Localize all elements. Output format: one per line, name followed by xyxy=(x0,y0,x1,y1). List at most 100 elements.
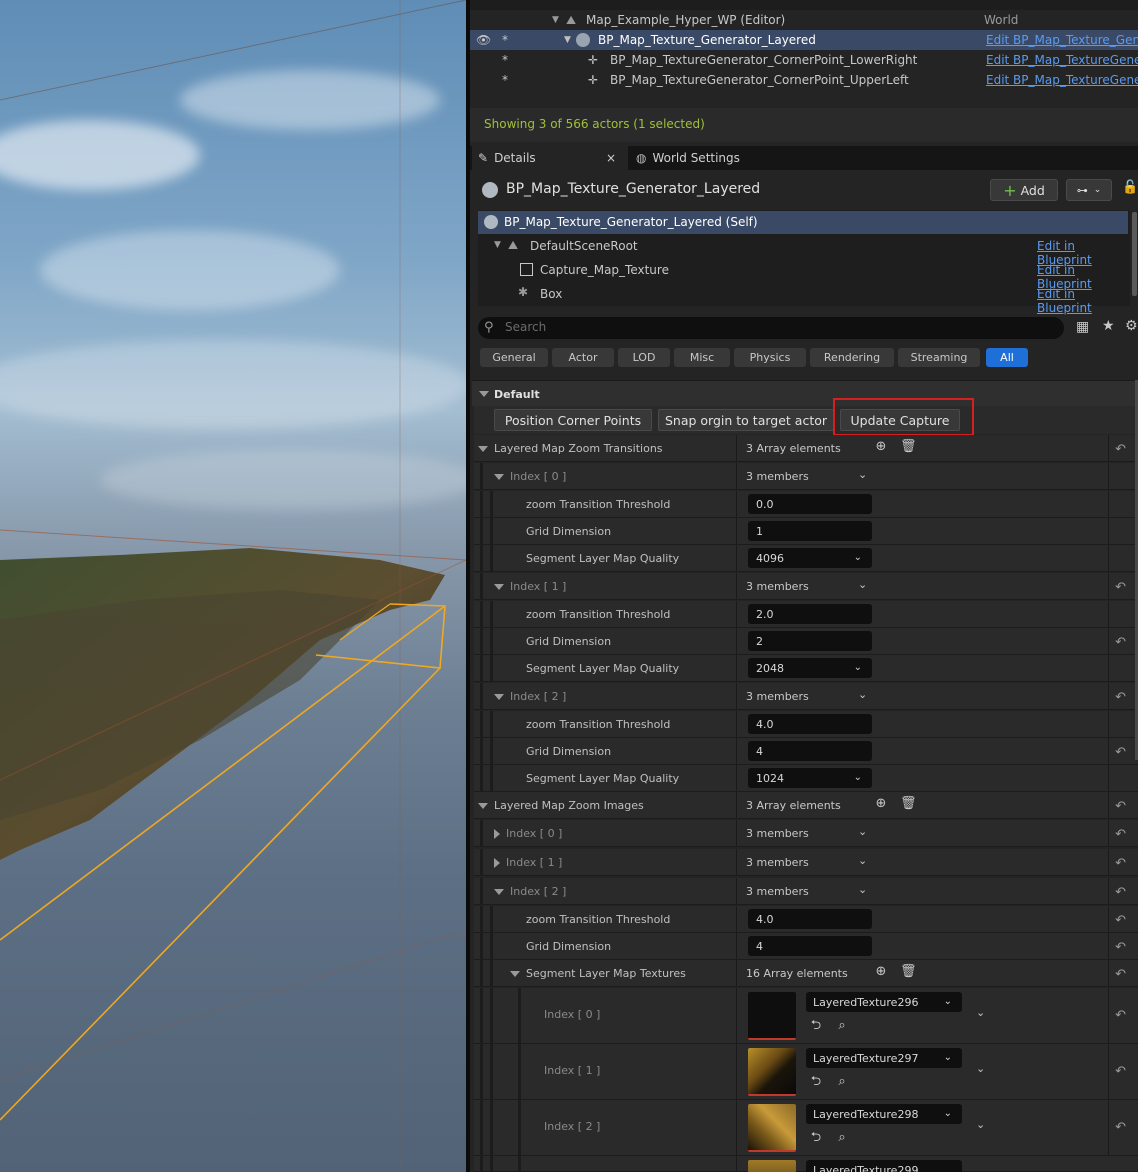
outliner-item-edit-link[interactable]: Edit BP_Map_TextureGene xyxy=(986,53,1138,67)
trash-icon[interactable]: 🗑 xyxy=(900,440,917,454)
table-view-icon[interactable]: ▦ xyxy=(1076,319,1089,335)
map-quality-dropdown[interactable]: 4096 ⌄ xyxy=(748,548,872,568)
chevron-down-icon[interactable]: ⌄ xyxy=(858,468,867,481)
filter-general[interactable]: General xyxy=(480,348,548,367)
category-header-default[interactable]: Default xyxy=(472,380,1138,406)
expand-arrow-icon[interactable] xyxy=(494,888,504,895)
texture-thumbnail[interactable] xyxy=(748,1160,796,1172)
level-viewport[interactable] xyxy=(0,0,466,1172)
expand-arrow-icon[interactable] xyxy=(478,445,488,452)
browse-asset-icon[interactable]: ⌕ xyxy=(834,1018,850,1034)
eye-icon[interactable]: 👁 xyxy=(476,33,491,47)
texture-asset-picker[interactable]: LayeredTexture299 xyxy=(806,1160,962,1172)
zoom-threshold-field[interactable]: 4.0 xyxy=(748,909,872,929)
grid-dimension-field[interactable]: 2 xyxy=(748,631,872,651)
expand-arrow-icon[interactable]: ▼ xyxy=(552,15,559,25)
reset-icon[interactable]: ↶ xyxy=(1115,856,1126,871)
trash-icon[interactable]: 🗑 xyxy=(900,797,917,811)
lock-icon[interactable]: 🔓 xyxy=(1122,180,1138,195)
chevron-down-icon[interactable]: ⌄ xyxy=(976,1006,985,1019)
browse-asset-icon[interactable]: ⌕ xyxy=(834,1130,850,1146)
texture-asset-picker[interactable]: LayeredTexture296 ⌄ xyxy=(806,992,962,1012)
outliner-row[interactable]: * ✛ BP_Map_TextureGenerator_CornerPoint_… xyxy=(470,50,1138,70)
array-index-row[interactable]: Index [ 2 ] 3 members ⌄ ↶ xyxy=(474,878,1138,905)
component-row-self[interactable]: BP_Map_Texture_Generator_Layered (Self) xyxy=(478,211,1128,234)
reset-icon[interactable]: ↶ xyxy=(1115,1064,1126,1079)
expand-arrow-icon[interactable] xyxy=(494,857,500,868)
filter-misc[interactable]: Misc xyxy=(674,348,730,367)
array-index-row[interactable]: Index [ 1 ] 3 members ⌄ ↶ xyxy=(474,573,1138,600)
outliner-row[interactable]: * ✛ BP_Map_TextureGenerator_CornerPoint_… xyxy=(470,70,1138,90)
reset-icon[interactable]: ↶ xyxy=(1115,913,1126,928)
chevron-down-icon[interactable]: ⌄ xyxy=(976,1118,985,1131)
reset-icon[interactable]: ↶ xyxy=(1115,690,1126,705)
tab-details[interactable]: ✎ Details × xyxy=(472,146,628,170)
component-row[interactable]: Capture_Map_Texture Edit in Blueprint xyxy=(478,259,1128,291)
tab-world-settings[interactable]: ◍ World Settings xyxy=(636,146,776,170)
chevron-down-icon[interactable]: ⌄ xyxy=(858,854,867,867)
outliner-item-edit-link[interactable]: Edit BP_Map_Texture_Gene xyxy=(986,33,1138,47)
filter-all[interactable]: All xyxy=(986,348,1028,367)
texture-asset-picker[interactable]: LayeredTexture298 ⌄ xyxy=(806,1104,962,1124)
filter-lod[interactable]: LOD xyxy=(618,348,670,367)
use-selected-icon[interactable]: ⮌ xyxy=(808,1018,824,1034)
add-element-icon[interactable]: ⊕ xyxy=(874,965,888,979)
texture-asset-picker[interactable]: LayeredTexture297 ⌄ xyxy=(806,1048,962,1068)
add-element-icon[interactable]: ⊕ xyxy=(874,797,888,811)
zoom-threshold-field[interactable]: 4.0 xyxy=(748,714,872,734)
filter-streaming[interactable]: Streaming xyxy=(898,348,980,367)
expand-arrow-icon[interactable] xyxy=(494,583,504,590)
add-component-button[interactable]: + Add xyxy=(990,179,1058,201)
filter-actor[interactable]: Actor xyxy=(552,348,614,367)
map-quality-dropdown[interactable]: 2048 ⌄ xyxy=(748,658,872,678)
reset-icon[interactable]: ↶ xyxy=(1115,799,1126,814)
use-selected-icon[interactable]: ⮌ xyxy=(808,1130,824,1146)
expand-arrow-icon[interactable] xyxy=(494,693,504,700)
reset-icon[interactable]: ↶ xyxy=(1115,745,1126,760)
snap-origin-button[interactable]: Snap orgin to target actor xyxy=(658,409,834,431)
component-row[interactable]: ✱ Box Edit in Blueprint xyxy=(478,283,1128,315)
outliner-row[interactable]: ▼ ⛰ Map_Example_Hyper_WP (Editor) World xyxy=(470,10,1138,30)
reset-icon[interactable]: ↶ xyxy=(1115,635,1126,650)
chevron-down-icon[interactable]: ⌄ xyxy=(858,688,867,701)
reset-icon[interactable]: ↶ xyxy=(1115,1120,1126,1135)
favorites-star-icon[interactable]: ★ xyxy=(1102,318,1115,334)
reset-icon[interactable]: ↶ xyxy=(1115,827,1126,842)
property-layered-map-zoom-transitions[interactable]: Layered Map Zoom Transitions 3 Array ele… xyxy=(474,435,1138,462)
texture-thumbnail[interactable] xyxy=(748,1104,796,1152)
expand-arrow-icon[interactable] xyxy=(494,473,504,480)
browse-asset-icon[interactable]: ⌕ xyxy=(834,1074,850,1090)
settings-gear-icon[interactable]: ⚙ xyxy=(1125,318,1138,334)
expand-arrow-icon[interactable]: ▼ xyxy=(494,240,501,250)
property-segment-layer-map-textures[interactable]: Segment Layer Map Textures 16 Array elem… xyxy=(474,960,1138,987)
array-index-row[interactable]: Index [ 2 ] 3 members ⌄ ↶ xyxy=(474,683,1138,710)
reset-icon[interactable]: ↶ xyxy=(1115,580,1126,595)
outliner-item-edit-link[interactable]: Edit BP_Map_TextureGene xyxy=(986,73,1138,87)
zoom-threshold-field[interactable]: 0.0 xyxy=(748,494,872,514)
expand-arrow-icon[interactable] xyxy=(478,802,488,809)
grid-dimension-field[interactable]: 1 xyxy=(748,521,872,541)
add-element-icon[interactable]: ⊕ xyxy=(874,440,888,454)
trash-icon[interactable]: 🗑 xyxy=(900,965,917,979)
array-index-row[interactable]: Index [ 0 ] 3 members ⌄ xyxy=(474,463,1138,490)
texture-thumbnail[interactable] xyxy=(748,1048,796,1096)
filter-physics[interactable]: Physics xyxy=(734,348,806,367)
chevron-down-icon[interactable]: ⌄ xyxy=(858,825,867,838)
close-icon[interactable]: × xyxy=(606,151,616,165)
chevron-down-icon[interactable]: ⌄ xyxy=(858,578,867,591)
reset-icon[interactable]: ↶ xyxy=(1115,967,1126,982)
search-input[interactable]: ⚲ Search xyxy=(478,317,1064,339)
property-layered-map-zoom-images[interactable]: Layered Map Zoom Images 3 Array elements… xyxy=(474,792,1138,819)
texture-thumbnail[interactable] xyxy=(748,992,796,1040)
position-corner-points-button[interactable]: Position Corner Points xyxy=(494,409,652,431)
map-quality-dropdown[interactable]: 1024 ⌄ xyxy=(748,768,872,788)
array-index-row[interactable]: Index [ 0 ] 3 members ⌄ ↶ xyxy=(474,820,1138,847)
blueprint-options-button[interactable]: ⊶ ⌄ xyxy=(1066,179,1112,201)
grid-dimension-field[interactable]: 4 xyxy=(748,936,872,956)
components-scrollbar[interactable] xyxy=(1132,212,1137,296)
edit-in-blueprint-link[interactable]: Edit in Blueprint xyxy=(1037,287,1128,315)
reset-icon[interactable]: ↶ xyxy=(1115,940,1126,955)
reset-icon[interactable]: ↶ xyxy=(1115,442,1126,457)
filter-rendering[interactable]: Rendering xyxy=(810,348,894,367)
reset-icon[interactable]: ↶ xyxy=(1115,885,1126,900)
